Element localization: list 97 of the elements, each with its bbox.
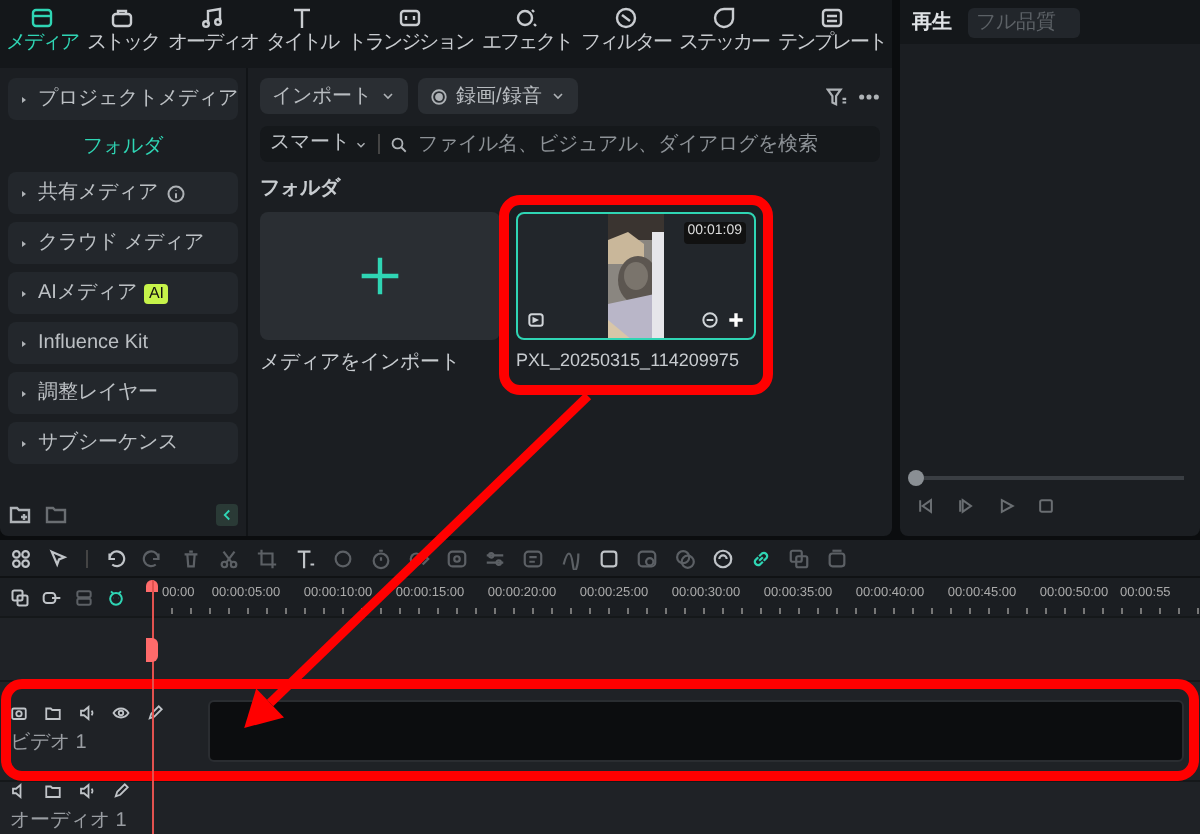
grid-icon[interactable] [10,547,32,569]
ai-tag: AI [144,283,169,303]
smart-filter-dropdown[interactable]: スマート [270,134,368,154]
trash-icon[interactable] [180,547,202,569]
caret-icon [18,187,30,199]
sidebar-item[interactable]: サブシーケンス [8,422,238,464]
tab[interactable]: エフェクト [479,6,574,64]
sidebar-item[interactable]: クラウド メディア [8,222,238,264]
chevron-down-icon [549,88,566,104]
pencil-icon[interactable] [146,704,164,722]
stop-icon[interactable] [1036,496,1056,516]
bug-icon[interactable] [106,587,126,607]
caret-icon [18,93,30,105]
copy-icon[interactable] [788,547,810,569]
add-track-icon[interactable] [10,587,30,607]
timer-icon[interactable] [370,547,392,569]
chevron-down-icon [380,88,396,104]
caret-icon [18,387,30,399]
tab[interactable]: ステッカー [677,6,772,64]
caret-icon [18,437,30,449]
filter-icon [613,6,638,30]
mask-icon[interactable] [636,547,658,569]
bag-icon [110,6,135,30]
link-track-icon[interactable] [42,587,62,607]
camera-icon[interactable] [10,704,28,722]
add-icon[interactable] [726,310,746,330]
next-frame-icon[interactable] [956,496,976,516]
chain-link-icon[interactable] [750,547,772,569]
tab[interactable]: メディア [4,6,80,64]
search-field[interactable]: スマート ファイル名、ビジュアル、ダイアログを検索 [260,126,880,162]
music-note-icon [200,6,225,30]
import-tile[interactable] [260,212,500,340]
filter-icon[interactable] [826,85,848,107]
record-dropdown[interactable]: 録画/録音 [418,78,578,114]
tab[interactable]: オーディオ [165,6,260,64]
redo-icon[interactable] [142,547,164,569]
stack-icon[interactable] [74,587,94,607]
tab[interactable]: ストック [84,6,161,64]
square-icon[interactable] [598,547,620,569]
previous-frame-icon[interactable] [916,496,936,516]
folder-icon[interactable] [44,704,62,722]
caret-icon [18,287,30,299]
shapes-icon[interactable] [408,547,430,569]
play-icon[interactable] [996,496,1016,516]
tab[interactable]: タイトル [264,6,341,64]
eye-icon[interactable] [112,704,130,722]
sliders-icon[interactable] [484,547,506,569]
playhead-marker[interactable] [146,638,158,662]
title-icon[interactable] [294,547,316,569]
chevron-left-icon [218,505,236,523]
sidebar-item[interactable]: 共有メディア [8,172,238,214]
empty-track-lane[interactable] [208,700,1184,762]
folder-icon[interactable] [44,781,62,799]
title-icon [290,6,315,30]
sidebar-item[interactable]: AIメディア AI [8,272,238,314]
slider-thumb[interactable] [908,470,924,486]
info-icon [166,183,186,203]
tab[interactable]: トランジション [345,6,475,64]
track-label: オーディオ 1 [10,807,127,834]
window-icon [30,6,54,30]
tab[interactable]: フィルター [578,6,673,64]
import-dropdown[interactable]: インポート [260,78,408,114]
sidebar-item[interactable]: Influence Kit [8,322,238,364]
transition-icon [398,6,422,30]
caption-icon[interactable] [522,547,544,569]
pointer-icon[interactable] [48,547,70,569]
sticker-icon [712,6,737,30]
clip-icon [526,310,546,330]
collapse-button[interactable] [216,503,238,525]
audio-curve-icon[interactable] [560,547,582,569]
speaker-icon[interactable] [78,781,96,799]
tab[interactable]: テンプレート [776,6,888,64]
speaker-icon[interactable] [78,704,96,722]
record-icon [430,87,448,105]
crop-icon[interactable] [256,547,278,569]
search-icon [390,135,408,153]
pencil-icon[interactable] [112,781,130,799]
sidebar-subitem[interactable]: フォルダ [8,128,238,164]
caret-icon [18,337,30,349]
circle-icon[interactable] [332,547,354,569]
sidebar-item[interactable]: プロジェクトメディア [8,78,238,120]
chevron-down-icon [354,137,368,151]
undo-icon[interactable] [104,547,126,569]
scissors-icon[interactable] [218,547,240,569]
sidebar-item[interactable]: 調整レイヤー [8,372,238,414]
overlap-icon[interactable] [674,547,696,569]
media-caption: メディアをインポート [260,350,462,378]
new-folder-icon[interactable] [8,502,32,526]
caret-icon [18,237,30,249]
player-title: 再生 [912,9,952,37]
section-title: フォルダ [260,175,343,204]
track-label: ビデオ 1 [10,730,87,758]
frame-icon[interactable] [446,547,468,569]
plus-icon [358,254,402,298]
template-icon [820,6,844,30]
media-caption: PXL_20250315_114209975 [516,348,741,374]
layers-icon[interactable] [826,547,848,569]
